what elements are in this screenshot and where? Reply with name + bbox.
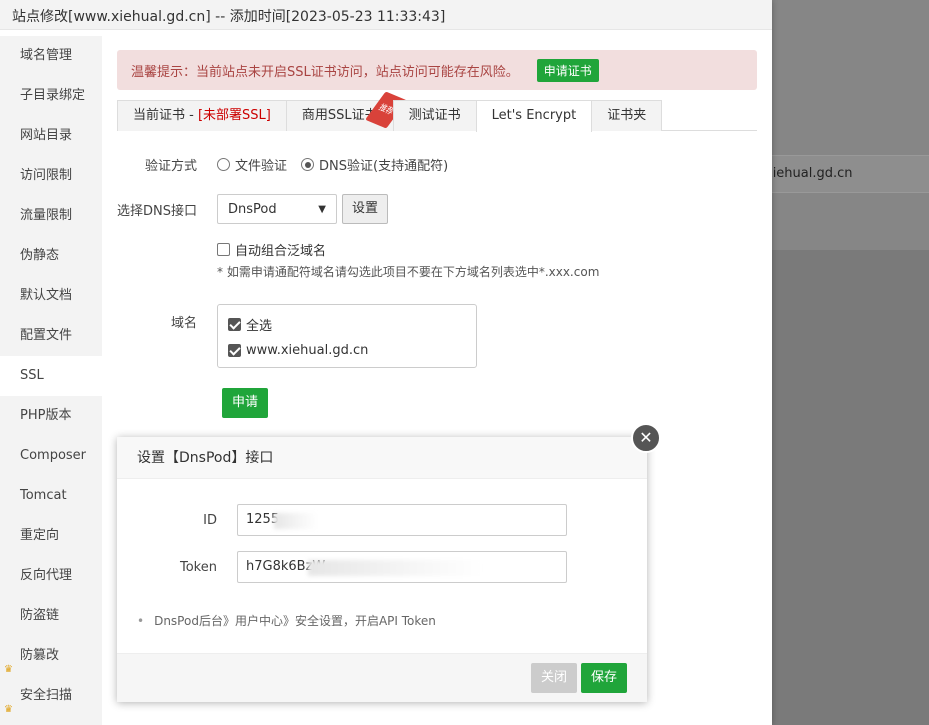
- domain-label: 域名: [170, 316, 197, 331]
- sidebar-item[interactable]: 域名管理: [0, 36, 102, 76]
- radio-file-label: 文件验证: [235, 159, 288, 174]
- tab-current-status: [未部署SSL]: [197, 108, 271, 123]
- sidebar-item-label: 子目录绑定: [20, 88, 86, 103]
- radio-dns-dot[interactable]: [301, 158, 315, 171]
- token-input[interactable]: h7G8k6BzW: [237, 551, 567, 583]
- sidebar-item-label: 网站目录: [20, 128, 73, 143]
- sidebar-item[interactable]: 防盗链: [0, 596, 102, 636]
- sidebar-item[interactable]: 子目录绑定: [0, 76, 102, 116]
- auto-wildcard-checkbox[interactable]: [217, 243, 230, 256]
- domain-list-box: 全选 www.xiehual.gd.cn: [217, 304, 477, 368]
- sidebar-item-label: SSL: [20, 368, 44, 383]
- sidebar-item[interactable]: Tomcat: [0, 476, 102, 516]
- sidebar-item[interactable]: PHP版本: [0, 396, 102, 436]
- sidebar-item-label: 默认文档: [20, 288, 73, 303]
- dns-interface-select[interactable]: DnsPod ▼: [217, 194, 337, 224]
- select-all-checkbox[interactable]: [228, 317, 241, 331]
- background-domain-text: xiehual.gd.cn: [765, 166, 853, 181]
- wildcard-note: * 如需申请通配符域名请勾选此项目不要在下方域名列表选中*.xxx.com: [217, 265, 600, 279]
- ssl-tabs: 当前证书 - [未部署SSL] 商用SSL证书 推荐 测试证书 Let's En…: [117, 91, 757, 132]
- sidebar-item-label: 安全扫描: [20, 688, 73, 703]
- select-all-row[interactable]: 全选: [228, 311, 466, 337]
- sidebar-item-label: 流量限制: [20, 208, 73, 223]
- domain-item-checkbox[interactable]: [228, 343, 241, 357]
- dns-interface-row: 选择DNS接口 DnsPod ▼ 设置: [117, 194, 389, 224]
- sidebar-item[interactable]: ♛ 安全扫描: [0, 676, 102, 716]
- close-button[interactable]: 关闭: [531, 663, 577, 693]
- sidebar-item-label: 反向代理: [20, 568, 73, 583]
- dns-selected-value: DnsPod: [228, 201, 277, 217]
- verify-method-row: 验证方式 文件验证 DNS验证(支持通配符): [117, 155, 462, 174]
- sidebar-item[interactable]: 访问限制: [0, 156, 102, 196]
- sidebar-item[interactable]: 流量限制: [0, 196, 102, 236]
- apply-certificate-button[interactable]: 申请证书: [536, 58, 599, 82]
- radio-file-dot[interactable]: [217, 158, 230, 171]
- id-input[interactable]: 1255: [237, 504, 567, 536]
- alert-text: 温馨提示：当前站点未开启SSL证书访问，站点访问可能存在风险。: [131, 64, 519, 80]
- dns-settings-button[interactable]: 设置: [342, 194, 389, 224]
- dns-interface-label: 选择DNS接口: [117, 203, 197, 219]
- sidebar-item[interactable]: 重定向: [0, 516, 102, 556]
- sidebar-item-label: 域名管理: [20, 48, 73, 63]
- redaction-blur: [308, 560, 483, 576]
- domain-label-row: 域名: [117, 312, 197, 331]
- ssl-warning-alert: 温馨提示：当前站点未开启SSL证书访问，站点访问可能存在风险。 申请证书: [117, 50, 757, 90]
- select-all-label: 全选: [246, 318, 273, 334]
- verify-method-label: 验证方式: [144, 159, 197, 174]
- tab-test-certificate[interactable]: 测试证书: [392, 100, 477, 131]
- radio-file-verify[interactable]: 文件验证: [217, 155, 287, 174]
- dnspod-settings-modal: 设置【DnsPod】接口 ✕ ID 1255 Token h7G8k6BzW D…: [117, 423, 661, 702]
- tab-current-label: 当前证书 -: [133, 108, 198, 123]
- tab-certificate-folder[interactable]: 证书夹: [591, 100, 663, 131]
- domain-item-label: www.xiehual.gd.cn: [246, 342, 369, 358]
- sidebar-item[interactable]: SSL: [0, 356, 102, 396]
- redaction-blur: [274, 513, 318, 529]
- id-label: ID: [203, 512, 217, 528]
- sidebar-item[interactable]: 默认文档: [0, 276, 102, 316]
- tab-commercial-label: 商用SSL证书: [301, 108, 378, 123]
- sidebar-item[interactable]: 伪静态: [0, 236, 102, 276]
- auto-wildcard-label: 自动组合泛域名: [235, 244, 327, 259]
- tab-current-certificate[interactable]: 当前证书 - [未部署SSL]: [117, 100, 287, 131]
- id-row: ID 1255: [117, 504, 567, 536]
- sidebar-item-label: 伪静态: [20, 248, 60, 263]
- sidebar-item[interactable]: Composer: [0, 436, 102, 476]
- token-row: Token h7G8k6BzW: [117, 551, 567, 583]
- sidebar-item-label: 防盗链: [20, 608, 60, 623]
- sidebar-item[interactable]: ♛ 防篡改: [0, 636, 102, 676]
- ssl-content: 温馨提示：当前站点未开启SSL证书访问，站点访问可能存在风险。 申请证书 当前证…: [117, 50, 757, 132]
- token-label: Token: [180, 559, 217, 575]
- modal-title: 设置【DnsPod】接口: [117, 437, 647, 479]
- domain-item-row[interactable]: www.xiehual.gd.cn: [228, 337, 466, 363]
- sidebar-item-label: 访问限制: [20, 168, 73, 183]
- crown-icon: ♛: [4, 704, 13, 715]
- sidebar-item-label: 配置文件: [20, 328, 73, 343]
- chevron-down-icon: ▼: [318, 203, 326, 215]
- sidebar: 域名管理子目录绑定网站目录访问限制流量限制伪静态默认文档配置文件 SSL PHP版本…: [0, 36, 102, 725]
- save-button[interactable]: 保存: [581, 663, 627, 693]
- sidebar-item-label: 防篡改: [20, 648, 60, 663]
- apply-button[interactable]: 申请: [222, 388, 268, 418]
- modal-footer: 关闭 保存: [117, 653, 647, 702]
- modal-close-icon[interactable]: ✕: [631, 423, 661, 453]
- sidebar-item[interactable]: 反向代理: [0, 556, 102, 596]
- sidebar-item[interactable]: 网站目录: [0, 116, 102, 156]
- radio-dns-verify[interactable]: DNS验证(支持通配符): [301, 155, 448, 174]
- sidebar-item-label: 重定向: [20, 528, 60, 543]
- auto-wildcard-row: 自动组合泛域名: [217, 240, 326, 259]
- sidebar-item[interactable]: 配置文件: [0, 316, 102, 356]
- dnspod-tip: DnsPod后台》用户中心》安全设置，开启API Token: [137, 612, 436, 629]
- sidebar-item-label: Composer: [20, 448, 87, 463]
- radio-dns-label: DNS验证(支持通配符): [319, 159, 449, 174]
- tab-commercial-ssl[interactable]: 商用SSL证书 推荐: [285, 91, 407, 131]
- sidebar-item-label: Tomcat: [20, 488, 67, 503]
- tab-lets-encrypt[interactable]: Let's Encrypt: [475, 100, 593, 132]
- sidebar-item-label: PHP版本: [20, 408, 72, 423]
- panel-title: 站点修改[www.xiehual.gd.cn] -- 添加时间[2023-05-…: [0, 0, 772, 30]
